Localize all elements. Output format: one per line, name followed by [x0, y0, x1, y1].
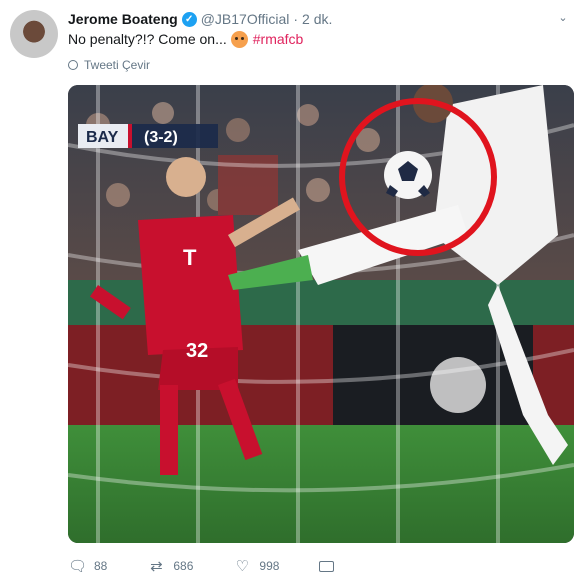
hashtag-link[interactable]: #rmafcb	[253, 30, 304, 49]
angry-face-emoji-icon	[230, 31, 248, 48]
tweet-media-image[interactable]: T 32 BAY (3-2)	[68, 85, 574, 543]
like-icon: ♡	[235, 558, 250, 574]
author-handle[interactable]: @JB17Official	[201, 11, 290, 27]
retweet-count: 686	[173, 559, 194, 573]
football-photo: T 32 BAY (3-2)	[68, 85, 574, 543]
retweet-icon: ⇄	[150, 558, 163, 574]
translate-label: Tweeti Çevir	[84, 58, 151, 72]
retweet-button[interactable]: ⇄ 686	[147, 557, 193, 574]
player-number: 32	[186, 340, 208, 362]
chevron-down-icon[interactable]: ⌄	[554, 8, 572, 26]
tweet-actions: 🗨︎ 88 ⇄ 686 ♡ 998	[68, 556, 374, 574]
verified-badge-icon: ✓	[181, 11, 197, 27]
scoreboard: BAY (3-2)	[78, 124, 218, 148]
tweet-timestamp[interactable]: 2 dk.	[302, 11, 332, 27]
translate-tweet-link[interactable]: Tweeti Çevir	[68, 58, 150, 72]
reply-icon: 🗨︎	[68, 558, 88, 574]
reply-button[interactable]: 🗨︎ 88	[68, 557, 107, 574]
tweet-header: Jerome Boateng ✓ @JB17Official · 2 dk.	[68, 9, 332, 29]
globe-icon	[68, 60, 78, 70]
reply-count: 88	[94, 559, 108, 573]
tweet-text-body: No penalty?!? Come on...	[68, 31, 227, 47]
ball	[384, 151, 432, 199]
direct-message-button[interactable]	[319, 560, 335, 572]
like-button[interactable]: ♡ 998	[233, 557, 280, 574]
like-count: 998	[259, 559, 280, 573]
tweet-text: No penalty?!? Come on... #rmafcb	[68, 30, 303, 49]
direct-message-icon	[319, 560, 335, 572]
separator-dot: ·	[293, 11, 299, 27]
avatar[interactable]	[10, 10, 58, 58]
tweet: Jerome Boateng ✓ @JB17Official · 2 dk. ⌄…	[0, 0, 582, 574]
svg-text:T: T	[183, 245, 197, 270]
scoreboard-score: (3-2)	[144, 129, 178, 146]
scoreboard-team: BAY	[86, 129, 119, 146]
author-name[interactable]: Jerome Boateng	[68, 11, 178, 27]
